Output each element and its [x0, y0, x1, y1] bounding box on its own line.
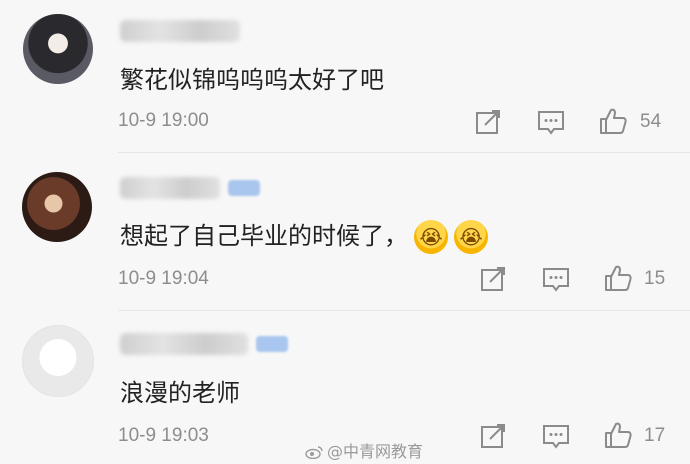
avatar[interactable] [22, 172, 92, 242]
watermark: @中青网教育 [305, 438, 423, 462]
avatar[interactable] [22, 325, 94, 397]
user-badge-blurred [256, 336, 288, 352]
like-count: 17 [644, 425, 666, 446]
user-badge-blurred [228, 180, 260, 196]
like-icon[interactable] [603, 420, 633, 450]
username-blurred[interactable] [120, 177, 220, 199]
like-icon[interactable] [603, 263, 633, 293]
like-count: 54 [640, 111, 662, 132]
watermark-text: @中青网教育 [327, 442, 424, 461]
share-icon[interactable] [479, 265, 507, 293]
crying-face-icon: 😭 [454, 220, 488, 254]
comment-icon[interactable] [542, 422, 570, 450]
weibo-logo-icon [305, 446, 323, 459]
comment-icon[interactable] [537, 108, 565, 136]
share-icon[interactable] [474, 108, 502, 136]
comment-text: 浪漫的老师 [120, 379, 240, 407]
like-count: 15 [644, 268, 666, 289]
comment-timestamp: 10-9 19:00 [118, 110, 209, 131]
username-blurred[interactable] [120, 20, 240, 42]
comment-text: 繁花似锦呜呜呜太好了吧 [120, 66, 384, 94]
avatar[interactable] [23, 14, 93, 84]
comment-timestamp: 10-9 19:04 [118, 268, 209, 289]
divider [118, 310, 690, 311]
comment-timestamp: 10-9 19:03 [118, 425, 209, 446]
comment-icon[interactable] [542, 265, 570, 293]
like-icon[interactable] [598, 106, 628, 136]
comment-text: 想起了自己毕业的时候了， 😭 😭 [120, 216, 488, 254]
divider [118, 152, 690, 153]
share-icon[interactable] [479, 422, 507, 450]
crying-face-icon: 😭 [414, 220, 448, 254]
username-blurred[interactable] [120, 333, 248, 355]
comment-text-content: 想起了自己毕业的时候了， [120, 222, 408, 250]
